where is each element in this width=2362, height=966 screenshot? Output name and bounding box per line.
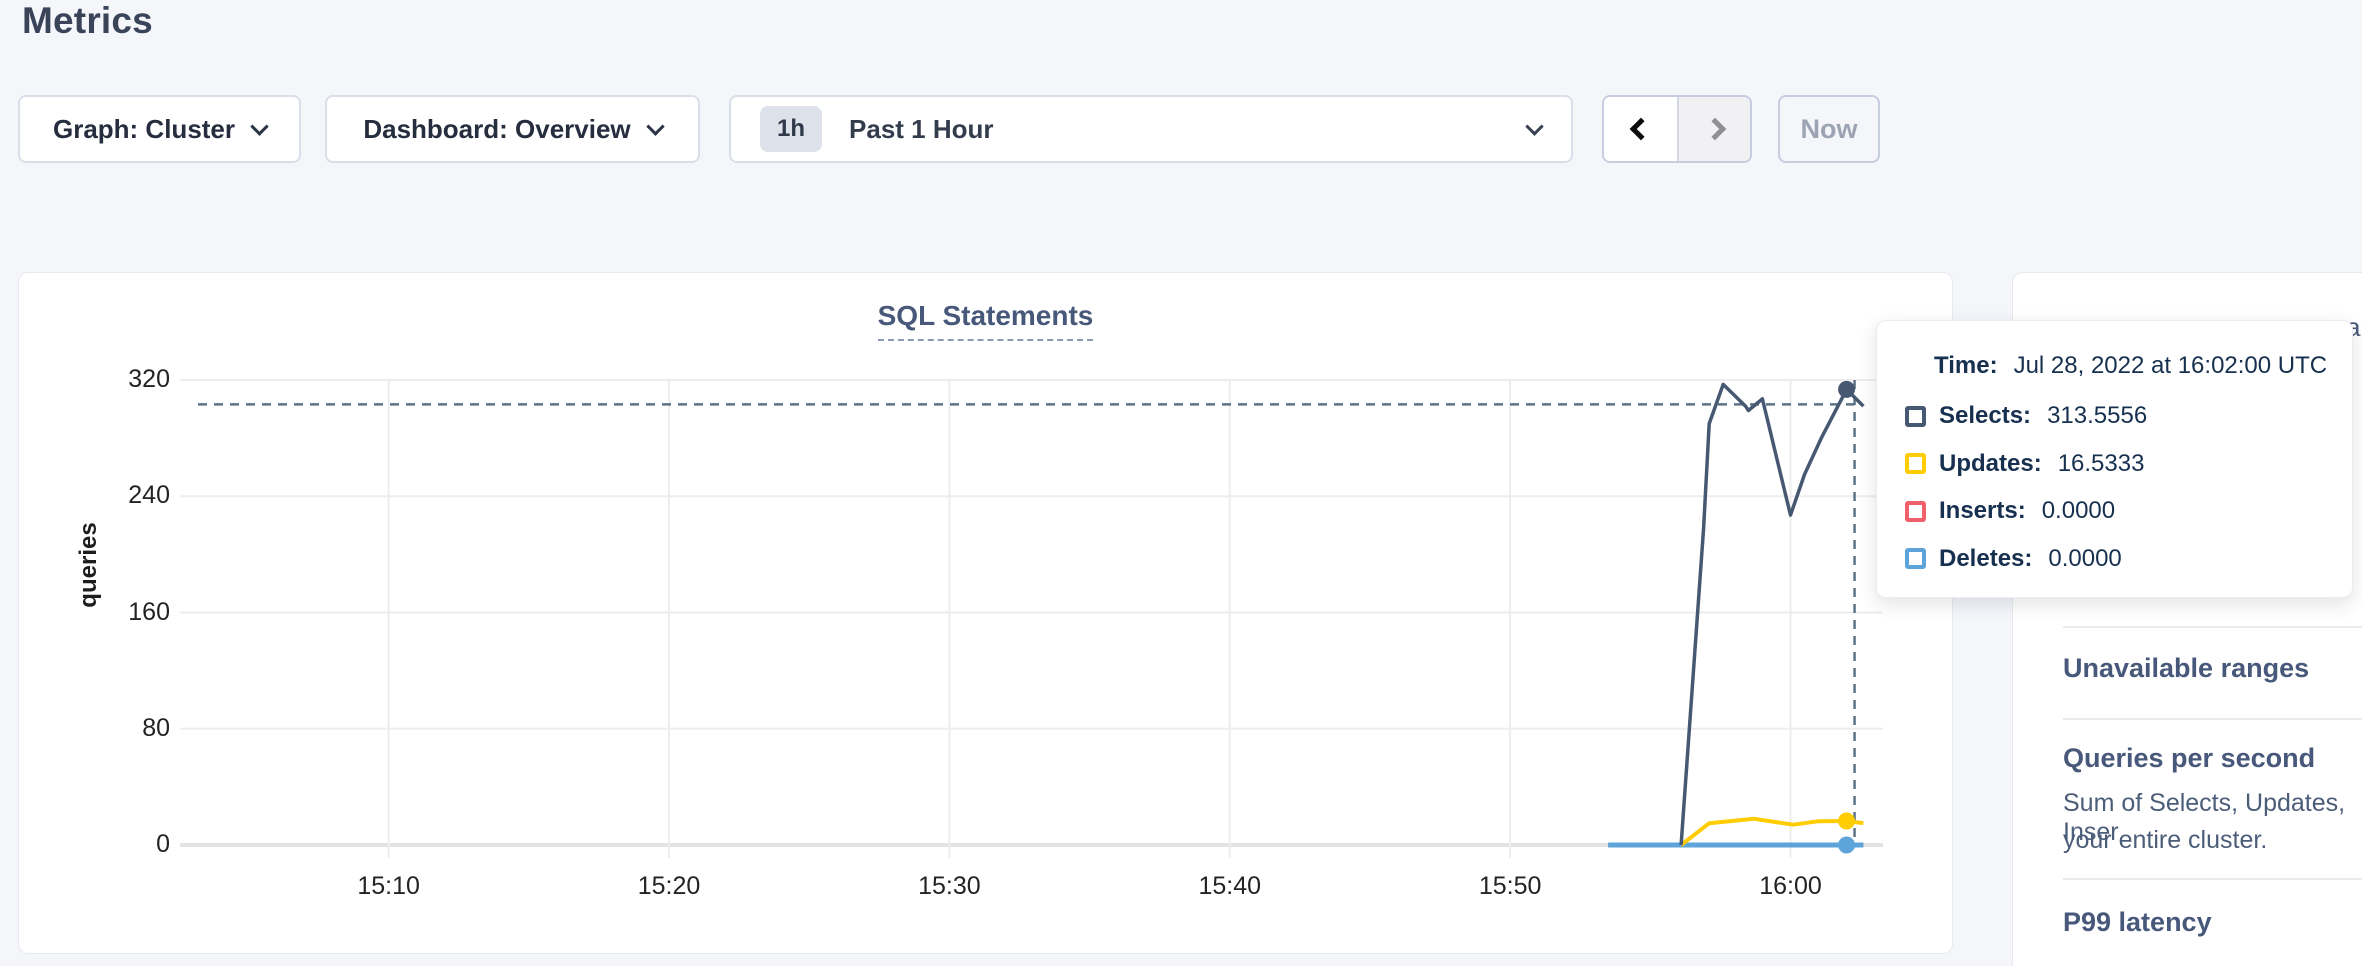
y-axis-tick-label: 240 bbox=[88, 481, 170, 510]
chevron-down-icon bbox=[250, 117, 268, 135]
sidebar-item-unavailable-ranges: Unavailable ranges bbox=[2063, 653, 2309, 684]
x-axis-tick-label: 16:00 bbox=[1720, 872, 1860, 901]
sidebar-divider bbox=[2063, 718, 2362, 720]
tooltip-series-row-deletes: Deletes: 0.0000 bbox=[1877, 542, 2122, 576]
tooltip-series-label: Updates: bbox=[1939, 450, 2042, 478]
dashboard-dropdown[interactable]: Dashboard: Overview bbox=[325, 95, 700, 163]
tooltip-series-label: Inserts: bbox=[1939, 497, 2026, 525]
tooltip-series-value: 0.0000 bbox=[2048, 545, 2121, 573]
series-swatch-icon bbox=[1905, 453, 1926, 474]
chevron-down-icon bbox=[646, 117, 664, 135]
time-range-selector[interactable]: 1h Past 1 Hour bbox=[729, 95, 1573, 163]
y-axis-tick-label: 0 bbox=[88, 830, 170, 859]
tooltip-series-row-inserts: Inserts: 0.0000 bbox=[1877, 494, 2115, 528]
dashboard-dropdown-label: Dashboard: Overview bbox=[363, 114, 630, 145]
chart-title[interactable]: SQL Statements bbox=[878, 300, 1094, 341]
chart-hover-tooltip: Time: Jul 28, 2022 at 16:02:00 UTC Selec… bbox=[1876, 320, 2353, 598]
x-axis-tick-label: 15:50 bbox=[1440, 872, 1580, 901]
series-swatch-icon bbox=[1905, 406, 1926, 427]
y-axis-tick-label: 320 bbox=[88, 365, 170, 394]
tooltip-series-value: 16.5333 bbox=[2058, 450, 2145, 478]
x-axis-tick-label: 15:10 bbox=[319, 872, 459, 901]
tooltip-series-label: Selects: bbox=[1939, 402, 2031, 430]
chart-plot-area[interactable] bbox=[198, 380, 1883, 845]
time-nav-group bbox=[1602, 95, 1752, 163]
series-swatch-icon bbox=[1905, 501, 1926, 522]
tooltip-series-row-updates: Updates: 16.5333 bbox=[1877, 447, 2144, 481]
next-time-button[interactable] bbox=[1677, 97, 1750, 161]
chevron-right-icon bbox=[1703, 118, 1726, 141]
chevron-left-icon bbox=[1629, 118, 1652, 141]
time-range-badge: 1h bbox=[760, 106, 822, 152]
sidebar-item-queries-per-second: Queries per second bbox=[2063, 743, 2315, 774]
x-axis-tick-label: 15:40 bbox=[1160, 872, 1300, 901]
now-button[interactable]: Now bbox=[1778, 95, 1880, 163]
chevron-down-icon bbox=[1525, 117, 1543, 135]
sidebar-item-p99-latency: P99 latency bbox=[2063, 907, 2212, 938]
sidebar-divider bbox=[2063, 878, 2362, 880]
graph-dropdown[interactable]: Graph: Cluster bbox=[18, 95, 301, 163]
y-axis-tick-label: 160 bbox=[88, 598, 170, 627]
tooltip-series-value: 0.0000 bbox=[2042, 497, 2115, 525]
tooltip-series-value: 313.5556 bbox=[2047, 402, 2147, 430]
x-axis-tick-label: 15:30 bbox=[879, 872, 1019, 901]
graph-dropdown-label: Graph: Cluster bbox=[53, 114, 235, 145]
x-axis-tick-label: 15:20 bbox=[599, 872, 739, 901]
previous-time-button[interactable] bbox=[1604, 97, 1677, 161]
sidebar-item-description-line: your entire cluster. bbox=[2063, 826, 2267, 855]
tooltip-series-row-selects: Selects: 313.5556 bbox=[1877, 399, 2147, 433]
tooltip-time-value: Jul 28, 2022 at 16:02:00 UTC bbox=[2014, 352, 2328, 380]
time-range-label: Past 1 Hour bbox=[849, 114, 1528, 145]
sidebar-divider bbox=[2063, 626, 2362, 628]
series-swatch-icon bbox=[1905, 548, 1926, 569]
y-axis-tick-label: 80 bbox=[88, 714, 170, 743]
page-title: Metrics bbox=[22, 0, 153, 42]
tooltip-series-label: Deletes: bbox=[1939, 545, 2032, 573]
tooltip-time-label: Time: bbox=[1934, 352, 1998, 380]
